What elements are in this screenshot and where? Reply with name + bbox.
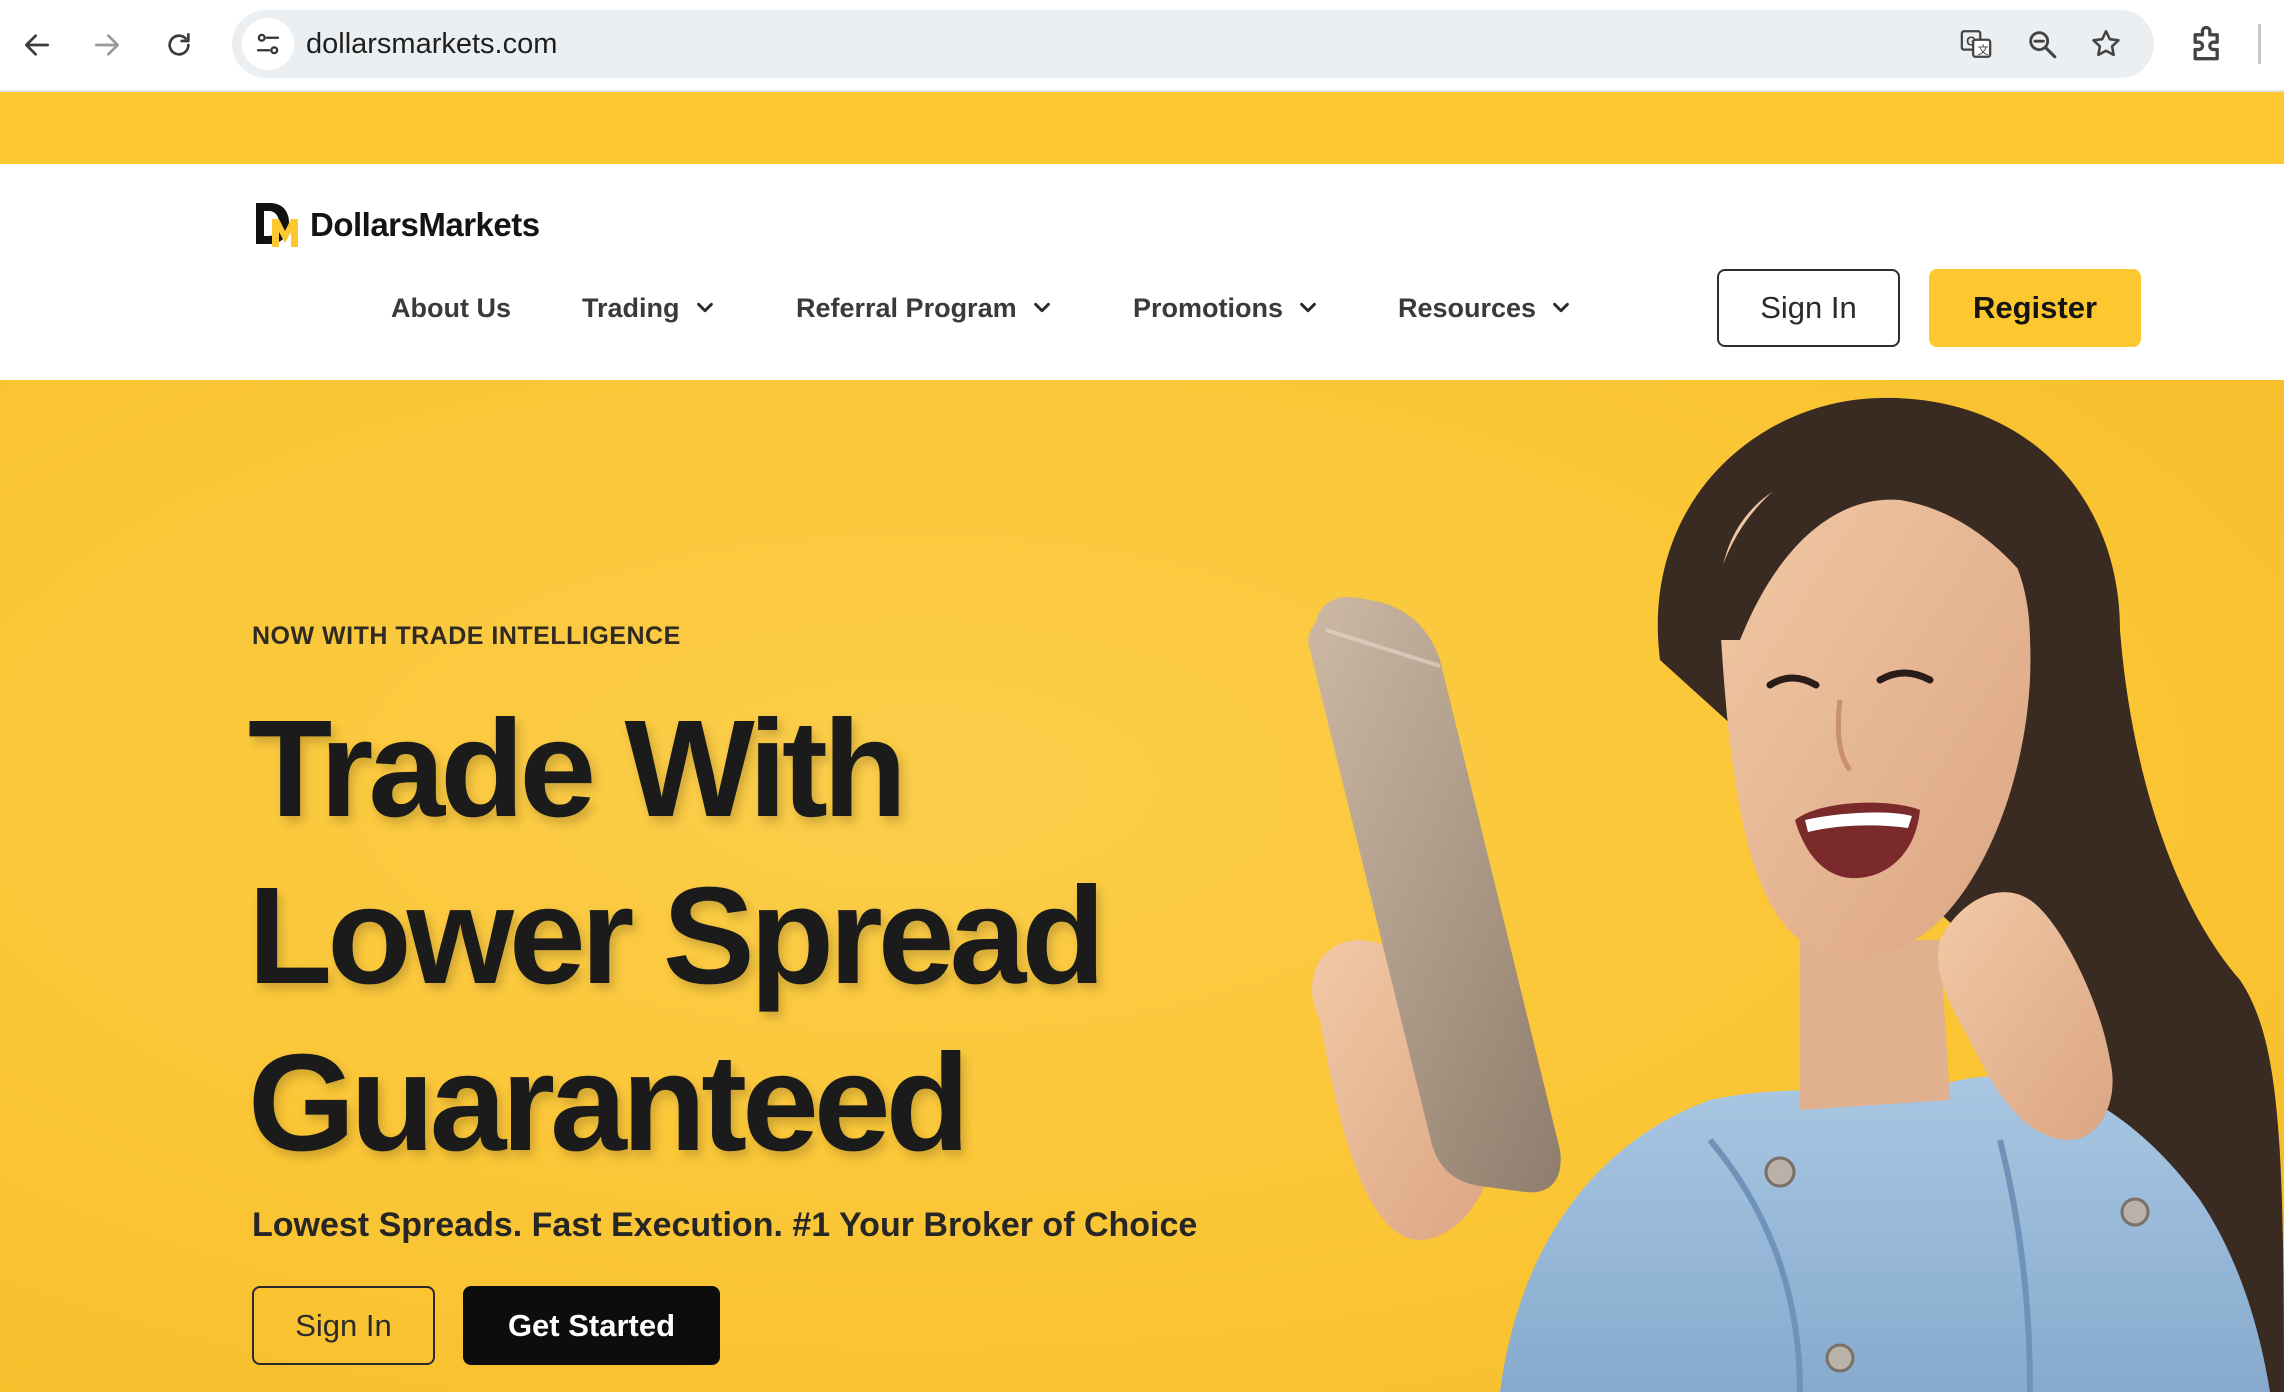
site-logo[interactable]: DollarsMarkets: [254, 200, 540, 250]
arrow-left-icon: [25, 34, 49, 56]
arrow-right-icon: [95, 34, 119, 56]
zoom-out-icon: [2029, 31, 2057, 59]
nav-about-us-label: About Us: [391, 292, 511, 323]
nav-about-us[interactable]: About Us: [391, 286, 511, 330]
hero-section: NOW WITH TRADE INTELLIGENCE Trade With L…: [0, 380, 2284, 1392]
hero-headline-line-2: Lower Spread: [248, 859, 1106, 1013]
nav-resources-label: Resources: [1398, 292, 1537, 323]
get-started-button[interactable]: Get Started: [463, 1286, 720, 1365]
url-text[interactable]: dollarsmarkets.com: [306, 10, 557, 78]
logo-text: DollarsMarkets: [310, 206, 540, 243]
site-header: DollarsMarkets About Us Trading Referral…: [0, 164, 2284, 380]
address-bar[interactable]: dollarsmarkets.com G 文: [232, 10, 2154, 78]
reload-icon: [168, 33, 190, 56]
nav-referral-program-label: Referral Program: [796, 292, 1017, 323]
back-button[interactable]: [12, 20, 62, 70]
nav-trading[interactable]: Trading: [582, 286, 716, 330]
nav-resources[interactable]: Resources: [1398, 286, 1572, 330]
browser-toolbar: dollarsmarkets.com G 文: [0, 0, 2284, 92]
nav-promotions-label: Promotions: [1133, 292, 1284, 323]
tune-icon: [256, 33, 280, 55]
svg-text:文: 文: [1977, 43, 1988, 57]
translate-icon: G 文: [1960, 30, 1992, 58]
chevron-down-icon: [1553, 302, 1569, 313]
bookmark-button[interactable]: [2086, 24, 2126, 64]
site-info-button[interactable]: [242, 18, 294, 70]
hero-eyebrow: NOW WITH TRADE INTELLIGENCE: [252, 622, 681, 650]
hero-headline-line-1: Trade With: [248, 692, 907, 846]
star-icon: [2092, 29, 2120, 57]
hero-person-image: [1308, 397, 2284, 1392]
hero-subheading: Lowest Spreads. Fast Execution. #1 Your …: [252, 1206, 1198, 1244]
hero-sign-in-button[interactable]: Sign In: [252, 1286, 435, 1365]
zoom-button[interactable]: [2022, 24, 2062, 64]
hero-headline: Trade With Lower Spread Guaranteed: [248, 686, 1106, 1187]
nav-referral-program[interactable]: Referral Program: [796, 286, 1053, 330]
announcement-strip: [0, 92, 2284, 164]
chevron-down-icon: [1300, 302, 1316, 313]
extensions-icon[interactable]: [2186, 22, 2230, 66]
logo-mark-icon: [256, 203, 298, 247]
toolbar-divider: [2258, 24, 2261, 64]
chevron-down-icon: [696, 302, 713, 313]
nav-trading-label: Trading: [582, 292, 680, 323]
header-sign-in-button[interactable]: Sign In: [1717, 269, 1900, 347]
hero-headline-line-3: Guaranteed: [248, 1026, 970, 1180]
translate-button[interactable]: G 文: [1956, 24, 1996, 64]
chevron-down-icon: [1033, 302, 1050, 313]
forward-button[interactable]: [82, 20, 132, 70]
reload-button[interactable]: [154, 20, 204, 70]
register-button[interactable]: Register: [1929, 269, 2141, 347]
nav-promotions[interactable]: Promotions: [1133, 286, 1319, 330]
